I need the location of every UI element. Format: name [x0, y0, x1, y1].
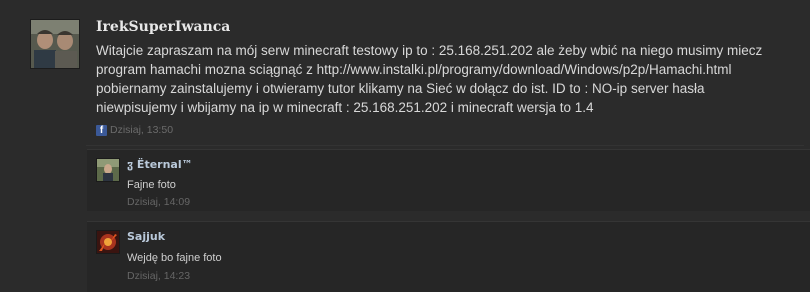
comment-item: Sajjuk Wejdę bo fajne foto Dzisiaj, 14:2… — [87, 221, 810, 292]
post-author-link[interactable]: IrekSuperIwanca — [96, 19, 230, 35]
comment-timestamp: Dzisiaj, 14:09 — [127, 196, 191, 208]
comment-text: Fajne foto — [127, 179, 176, 191]
avatar-photo — [31, 20, 79, 68]
comment-timestamp: Dzisiaj, 14:23 — [127, 270, 191, 282]
comment-author[interactable]: Sajjuk — [127, 230, 165, 243]
comment-avatar[interactable] — [96, 158, 120, 182]
post-timestamp: Dzisiaj, 13:50 — [110, 124, 174, 136]
comment-item: ჳ Ëternal™ Fajne foto Dzisiaj, 14:09 — [87, 149, 810, 211]
hamachi-download-link[interactable]: http://www.instalki.pl/programy/download… — [317, 62, 732, 77]
activity-post: IrekSuperIwanca Witajcie zapraszam na mó… — [0, 0, 810, 292]
comment-text: Wejdę bo fajne foto — [127, 252, 222, 264]
comment-author[interactable]: ჳ Ëternal™ — [127, 158, 193, 171]
post-body: Witajcie zapraszam na mój serw minecraft… — [96, 41, 786, 117]
facebook-icon: f — [96, 124, 107, 136]
divider — [86, 145, 804, 146]
comment-avatar-photo — [97, 159, 119, 181]
post-text-after-link: pobiernamy zainstalujemy i otwieramy tut… — [96, 81, 705, 115]
avatar[interactable] — [30, 19, 80, 69]
comment-avatar[interactable] — [96, 230, 120, 254]
post-meta: f Dzisiaj, 13:50 — [96, 124, 173, 136]
comment-avatar-photo — [97, 231, 119, 253]
